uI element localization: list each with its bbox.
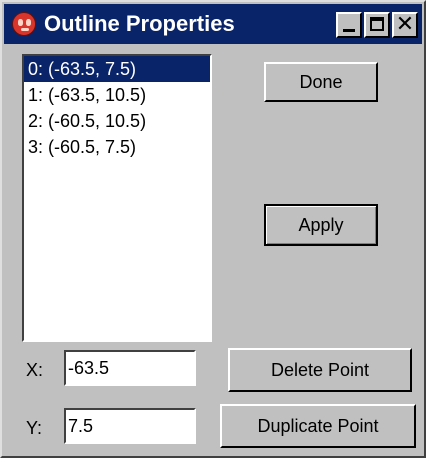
title-bar[interactable]: Outline Properties ✕ [4, 4, 422, 44]
y-coordinate-input[interactable] [64, 408, 196, 444]
duplicate-point-button[interactable]: Duplicate Point [220, 404, 416, 448]
maximize-icon [370, 17, 384, 31]
window-title: Outline Properties [44, 11, 235, 36]
point-list-item-0[interactable]: 0: (-63.5, 7.5) [24, 56, 210, 82]
done-button[interactable]: Done [264, 62, 378, 102]
app-face-icon[interactable] [12, 12, 36, 36]
app-icon-left-eye [18, 19, 23, 26]
point-list-item-2[interactable]: 2: (-60.5, 10.5) [24, 108, 210, 134]
minimize-button[interactable] [336, 12, 362, 38]
point-list-item-1[interactable]: 1: (-63.5, 10.5) [24, 82, 210, 108]
app-icon-mouth [21, 28, 29, 31]
close-icon: ✕ [395, 12, 415, 37]
point-list-item-3[interactable]: 3: (-60.5, 7.5) [24, 134, 210, 160]
close-button[interactable]: ✕ [392, 12, 418, 38]
app-icon-right-eye [26, 19, 31, 26]
outline-properties-window: Outline Properties ✕ 0: (-63.5, 7.5) 1: … [0, 0, 426, 458]
maximize-button[interactable] [364, 12, 390, 38]
minimize-icon [343, 29, 355, 32]
x-coordinate-input[interactable] [64, 350, 196, 386]
points-listbox[interactable]: 0: (-63.5, 7.5) 1: (-63.5, 10.5) 2: (-60… [22, 54, 212, 342]
x-label: X: [26, 360, 44, 380]
y-label: Y: [26, 418, 43, 438]
apply-button[interactable]: Apply [264, 204, 378, 246]
delete-point-button[interactable]: Delete Point [228, 348, 412, 392]
